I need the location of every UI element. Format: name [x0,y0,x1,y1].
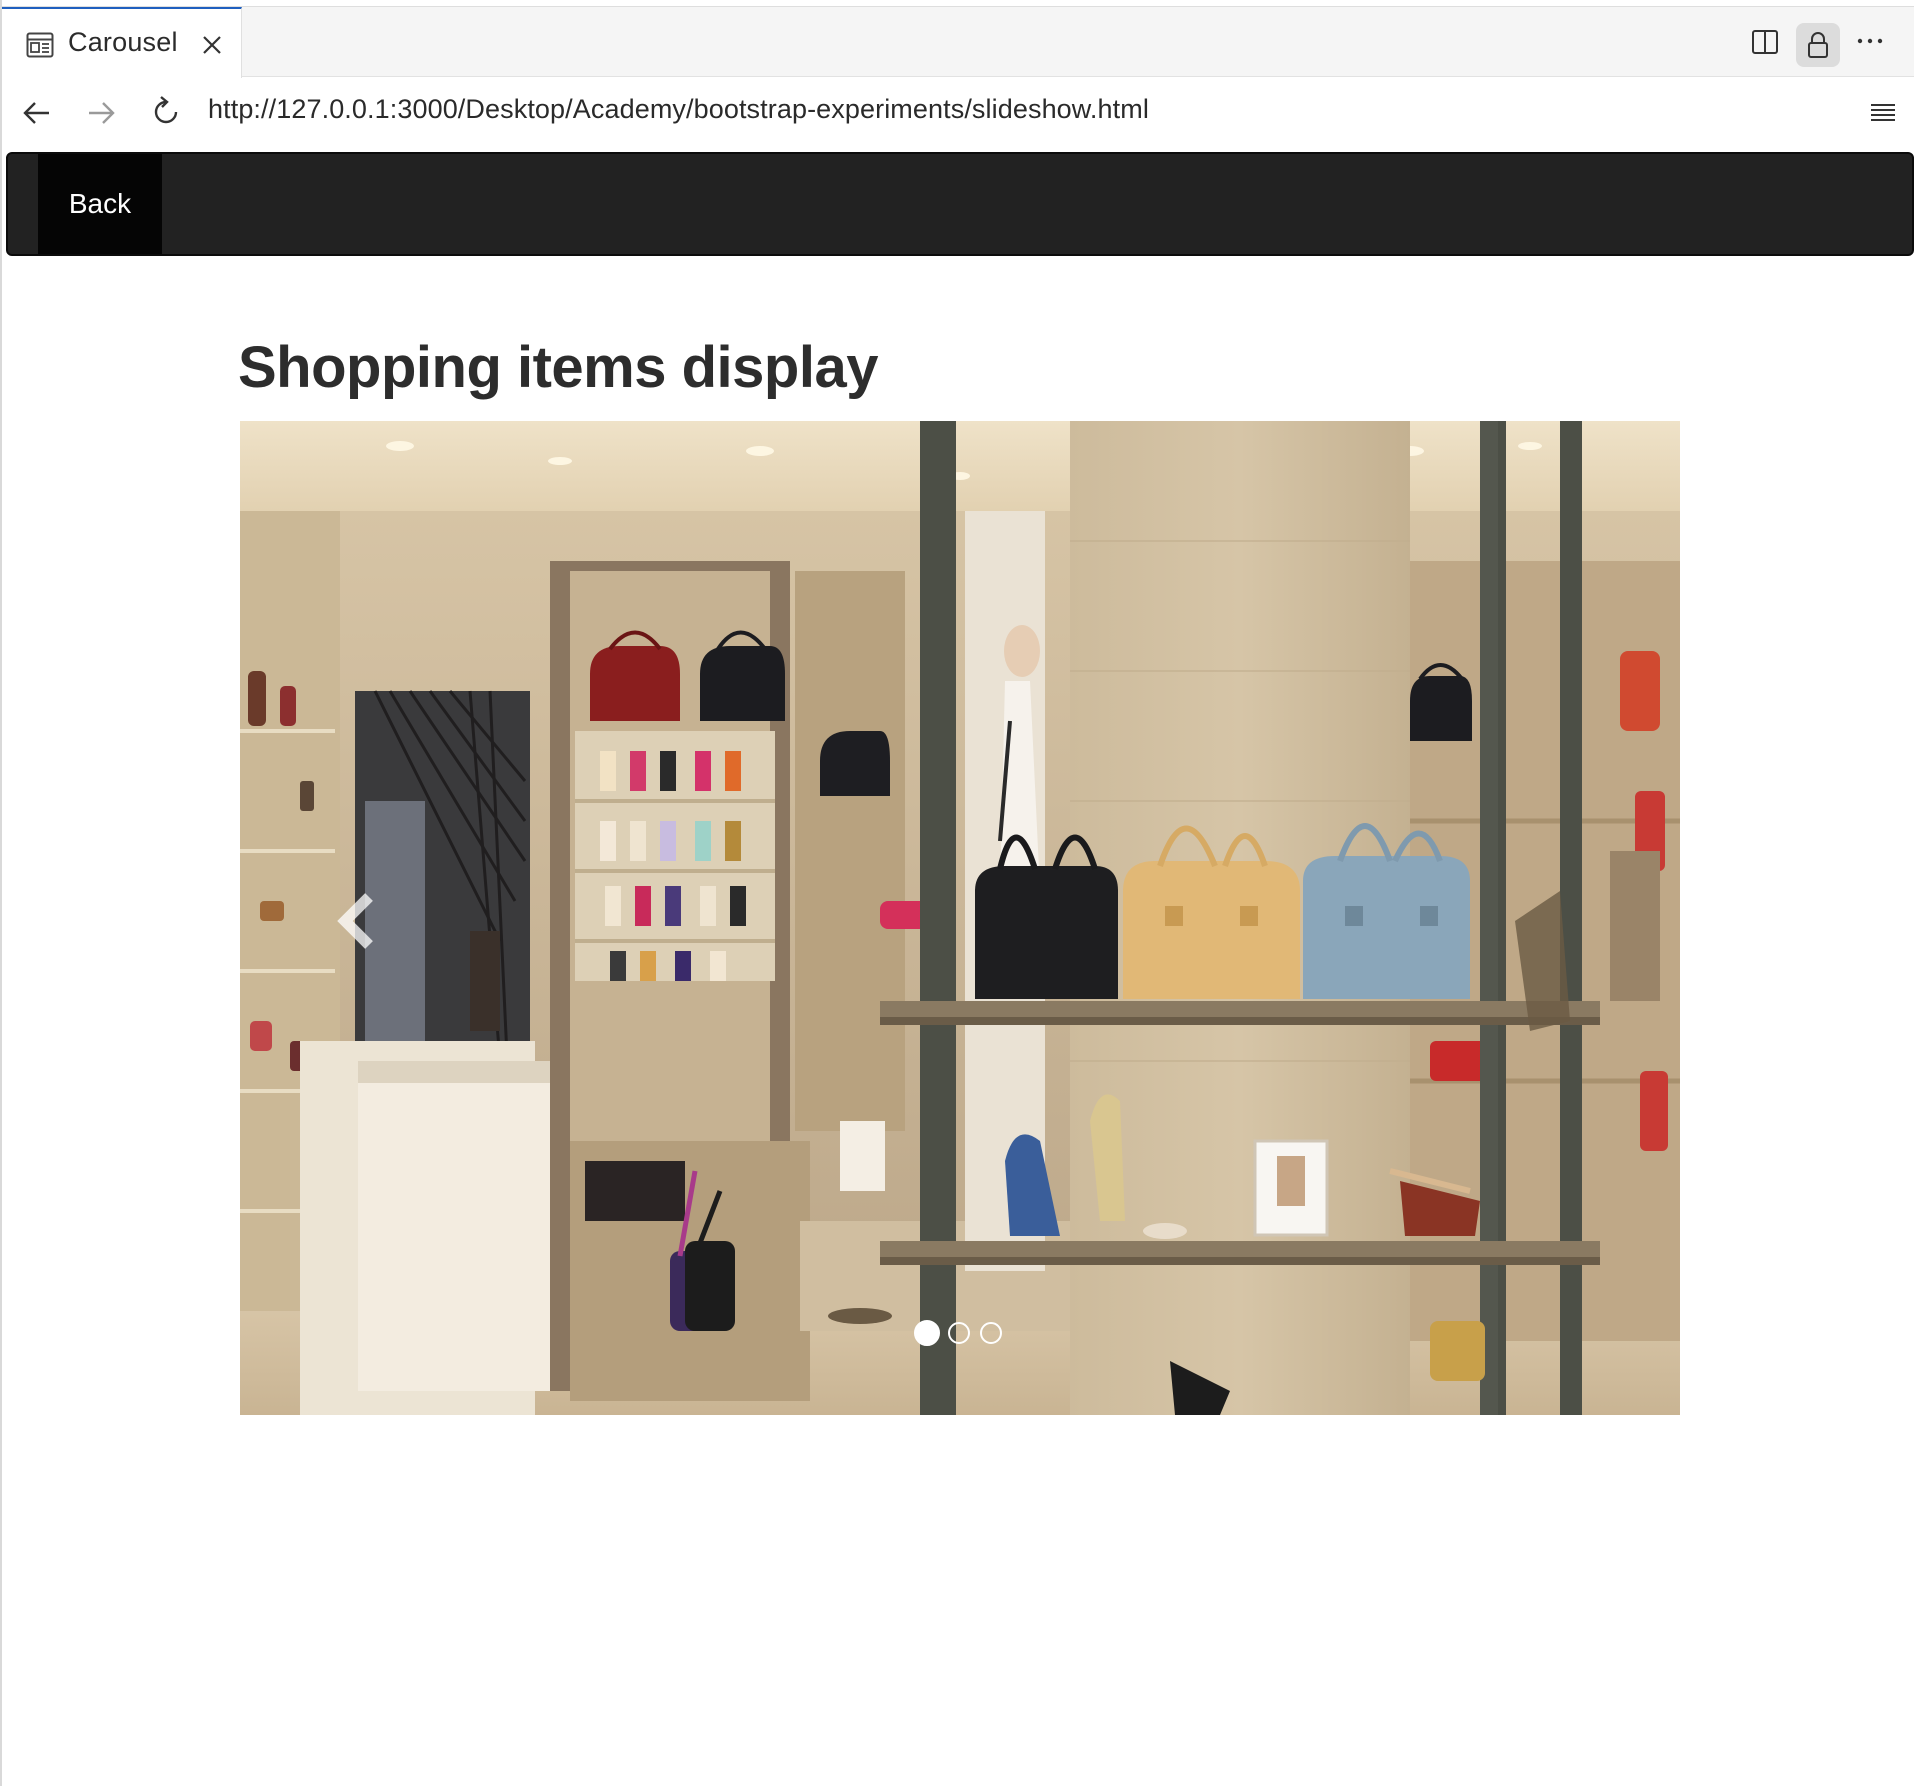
carousel-prev-control[interactable] [240,421,440,1415]
reload-icon[interactable] [148,94,184,130]
address-bar: http://127.0.0.1:3000/Desktop/Academy/bo… [2,78,1914,150]
carousel-indicator-2[interactable] [948,1322,970,1344]
lock-icon [1808,32,1828,58]
tab-strip: Carousel [2,6,1914,78]
more-icon[interactable] [1854,29,1886,53]
tab-carousel[interactable]: Carousel [2,7,242,78]
page-layout-icon [26,32,54,58]
close-icon[interactable] [200,33,224,57]
forward-arrow-icon[interactable] [84,96,118,130]
page-viewport: Back Shopping items display [2,150,1914,1786]
back-button[interactable]: Back [38,154,162,254]
carousel-slide-image [240,421,1680,1415]
carousel-indicator-1[interactable] [914,1320,940,1346]
page-title: Shopping items display [238,335,878,400]
browser-window: Carousel http://127.0.0.1:3000/Desktop/A… [0,0,1914,1786]
chevron-left-icon [337,893,373,949]
carousel-indicators [914,1320,1014,1346]
lock-button[interactable] [1796,23,1840,67]
carousel-indicator-3[interactable] [980,1322,1002,1344]
back-arrow-icon[interactable] [20,96,54,130]
tab-title: Carousel [68,27,178,57]
site-navbar: Back [6,152,1914,256]
image-carousel[interactable] [240,421,1680,1415]
split-view-icon[interactable] [1750,27,1780,57]
hamburger-menu-icon[interactable] [1868,98,1898,128]
carousel-next-control[interactable] [1480,421,1680,1415]
url-field[interactable]: http://127.0.0.1:3000/Desktop/Academy/bo… [208,94,1149,125]
